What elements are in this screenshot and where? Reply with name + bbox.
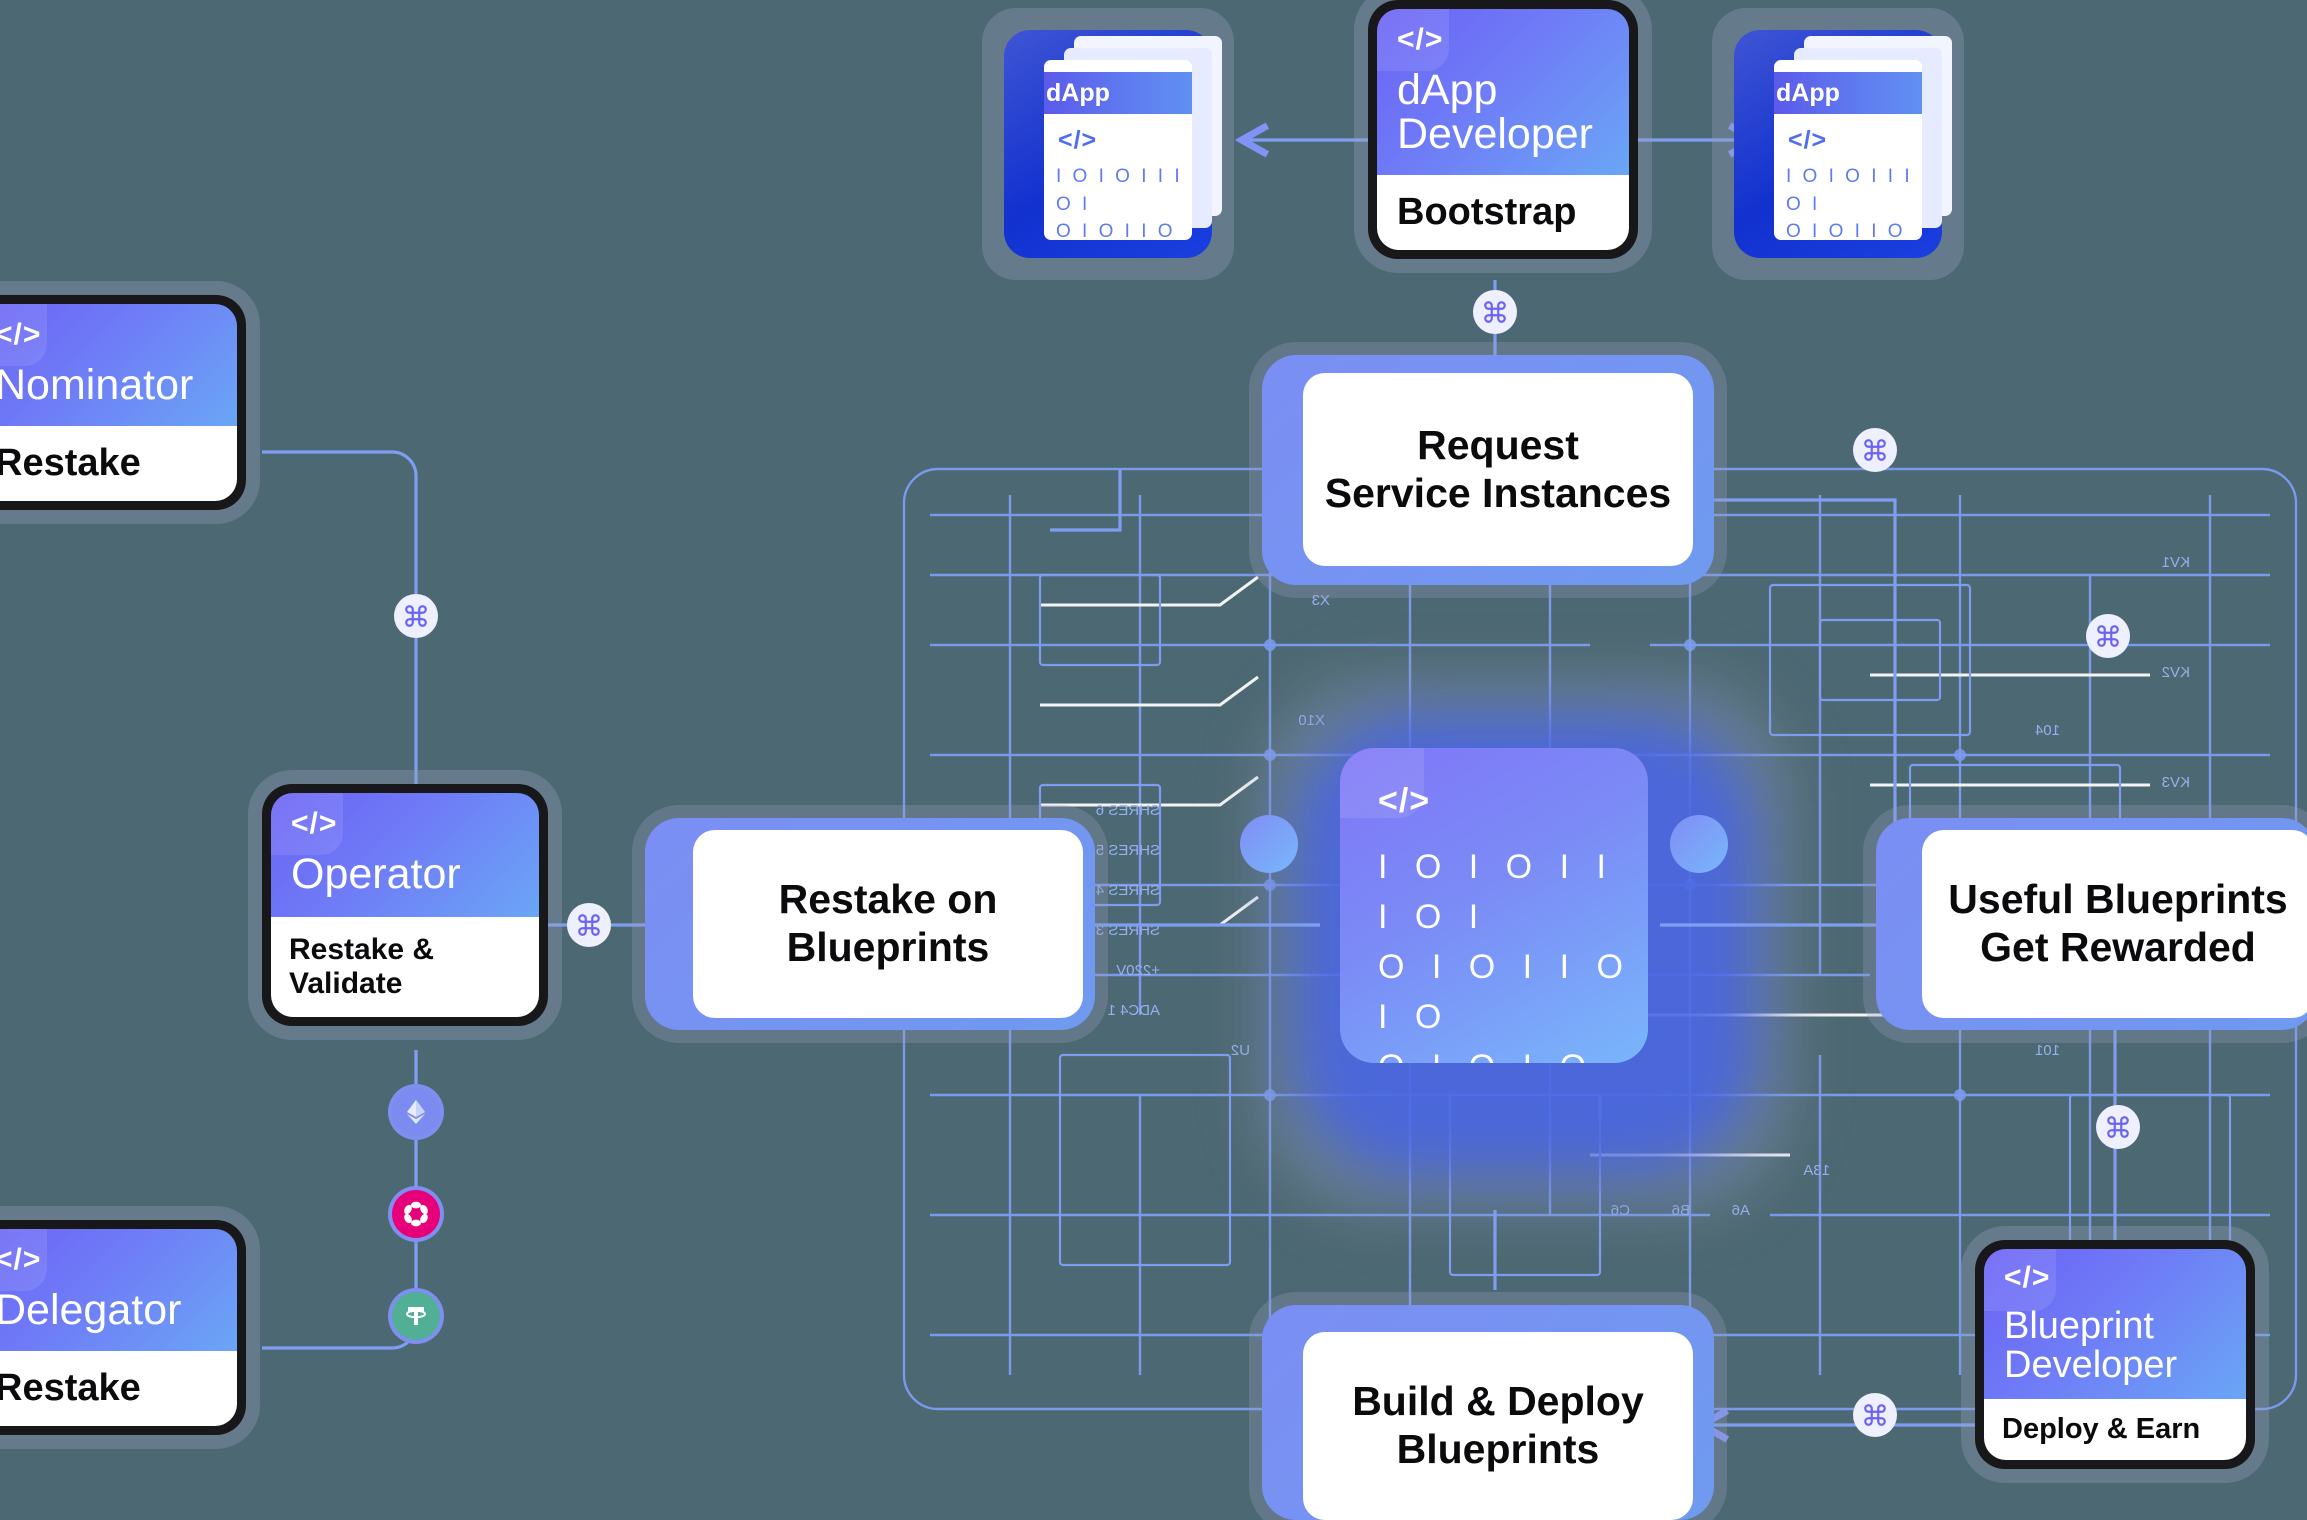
- polkadot-token-icon[interactable]: [392, 1190, 440, 1238]
- dapp-window-front: dApp </> I O I O I I I O I O I O I I O I…: [1774, 60, 1922, 240]
- node-operator-restake[interactable]: [567, 903, 611, 947]
- binary-chip: </> I O I O I I I O I O I O I I O I O O …: [1340, 748, 1648, 1063]
- svg-text:KV1: KV1: [2162, 554, 2190, 571]
- svg-text:SHRES 3: SHRES 3: [1096, 922, 1160, 939]
- tangle-clover-icon: [1864, 439, 1886, 461]
- actor-action: Restake: [0, 425, 237, 501]
- step-line2: Get Rewarded: [1980, 924, 2256, 970]
- ethereum-glyph: [407, 1100, 425, 1124]
- svg-text:SHRES 4: SHRES 4: [1096, 882, 1160, 899]
- dapp-bits-row: I O I O I I I O I: [1056, 166, 1183, 215]
- dapp-window-front: dApp </> I O I O I I I O I O I O I I O I…: [1044, 60, 1192, 240]
- dapp-title: dApp: [1776, 78, 1840, 107]
- step-request-service-instances[interactable]: Request Service Instances: [1303, 373, 1693, 566]
- node-dapp-developer[interactable]: [1473, 290, 1517, 334]
- actor-role-line2: Developer: [2004, 1343, 2178, 1386]
- dapp-title: dApp: [1046, 78, 1110, 107]
- chip-side-dot: [1670, 815, 1728, 873]
- chip-code-icon: </>: [1378, 782, 1431, 820]
- tether-glyph: [406, 1307, 426, 1325]
- svg-text:104: 104: [2035, 722, 2060, 739]
- code-icon: </>: [0, 1243, 42, 1276]
- code-icon: </>: [2004, 1261, 2051, 1294]
- ethereum-token-icon[interactable]: [392, 1088, 440, 1136]
- chip-side-dot: [1240, 815, 1298, 873]
- chip-bits-row: O I O I I O I O: [1378, 947, 1632, 1036]
- tangle-clover-icon: [2097, 625, 2119, 647]
- code-icon: </>: [291, 807, 338, 840]
- chip-bits-row: I O I O I I I O I: [1378, 848, 1615, 936]
- step-build-deploy-blueprints[interactable]: Build & Deploy Blueprints: [1303, 1332, 1693, 1520]
- actor-action: Restake: [0, 1350, 237, 1426]
- step-line1: Build & Deploy: [1352, 1378, 1644, 1425]
- step-useful-blueprints-get-rewarded[interactable]: Useful Blueprints Get Rewarded: [1922, 830, 2307, 1018]
- actor-role: Nominator: [0, 361, 194, 409]
- actor-action: Restake & Validate: [271, 916, 539, 1017]
- svg-text:SHRES 5: SHRES 5: [1096, 842, 1160, 859]
- node-rewards-bottom[interactable]: [2096, 1105, 2140, 1149]
- dapp-card-right: dApp </> I O I O I I I O I O I O I I O I…: [1712, 8, 1964, 280]
- step-line1: Useful Blueprints: [1948, 876, 2288, 923]
- node-build-left[interactable]: [1853, 1393, 1897, 1437]
- dapp-title-bar: dApp: [1774, 72, 1922, 114]
- actor-card-operator[interactable]: </> Operator Restake & Validate: [262, 784, 548, 1026]
- tether-token-icon[interactable]: [392, 1292, 440, 1340]
- code-icon: </>: [1397, 23, 1444, 56]
- actor-role: dApp Developer: [1397, 66, 1609, 158]
- step-restake-on-blueprints[interactable]: Restake on Blueprints: [693, 830, 1083, 1018]
- svg-text:+220V: +220V: [1116, 962, 1160, 979]
- dapp-bits-row: O I O I I O I O: [1786, 221, 1906, 240]
- dapp-title-bar: dApp: [1044, 72, 1192, 114]
- node-request-right[interactable]: [2086, 614, 2130, 658]
- svg-text:13A: 13A: [1803, 1162, 1830, 1179]
- node-request-top-right[interactable]: [1853, 428, 1897, 472]
- dapp-bits-row: O I O I I O I O: [1056, 221, 1176, 240]
- step-line2: Blueprints: [1396, 1426, 1600, 1472]
- diagram-canvas: KV1KV2 KV3KV6 X3X10 U2OFS 101102 103104 …: [0, 0, 2307, 1520]
- node-nominator-operator[interactable]: [394, 594, 438, 638]
- svg-text:U2: U2: [1231, 1042, 1250, 1059]
- svg-text:A6: A6: [1732, 1202, 1750, 1219]
- code-icon: </>: [0, 318, 42, 351]
- svg-text:101: 101: [2035, 1042, 2060, 1059]
- actor-action: Deploy & Earn: [1984, 1398, 2246, 1460]
- tangle-clover-icon: [2107, 1116, 2129, 1138]
- actor-card-dapp-developer[interactable]: </> dApp Developer Bootstrap: [1368, 0, 1638, 259]
- actor-card-blueprint-developer[interactable]: </> Blueprint Developer Deploy & Earn: [1975, 1240, 2255, 1469]
- actor-role: Operator: [291, 850, 461, 898]
- step-line2: Service Instances: [1324, 469, 1672, 516]
- svg-text:SHRES 6: SHRES 6: [1096, 802, 1160, 819]
- chip-bits-row: O I O I O O O: [1378, 1043, 1648, 1063]
- actor-action: Bootstrap: [1377, 174, 1629, 250]
- step-line1: Restake on: [778, 876, 998, 923]
- dapp-bits-row: I O I O I I I O I: [1786, 166, 1913, 215]
- actor-role-line1: Blueprint: [2004, 1305, 2154, 1347]
- actor-role-line2: Developer: [1397, 109, 1593, 158]
- tangle-clover-icon: [1864, 1404, 1886, 1426]
- svg-text:KV2: KV2: [2162, 664, 2190, 681]
- tangle-clover-icon: [1484, 301, 1506, 323]
- step-line2: Blueprints: [786, 924, 990, 970]
- svg-text:KV3: KV3: [2162, 774, 2190, 791]
- svg-text:X3: X3: [1312, 592, 1330, 609]
- actor-role-line1: dApp: [1397, 66, 1498, 114]
- dapp-card-left: dApp </> I O I O I I I O I O I O I I O I…: [982, 8, 1234, 280]
- actor-card-nominator[interactable]: </> Nominator Restake: [0, 295, 246, 510]
- actor-role: Delegator: [0, 1286, 182, 1334]
- actor-card-delegator[interactable]: </> Delegator Restake: [0, 1220, 246, 1435]
- polkadot-glyph: [404, 1201, 428, 1227]
- tangle-clover-icon: [578, 914, 600, 936]
- actor-role: Blueprint Developer: [2004, 1307, 2226, 1385]
- step-line1: Request: [1417, 421, 1579, 468]
- tangle-clover-icon: [405, 605, 427, 627]
- svg-text:ADC4 1: ADC4 1: [1107, 1002, 1160, 1019]
